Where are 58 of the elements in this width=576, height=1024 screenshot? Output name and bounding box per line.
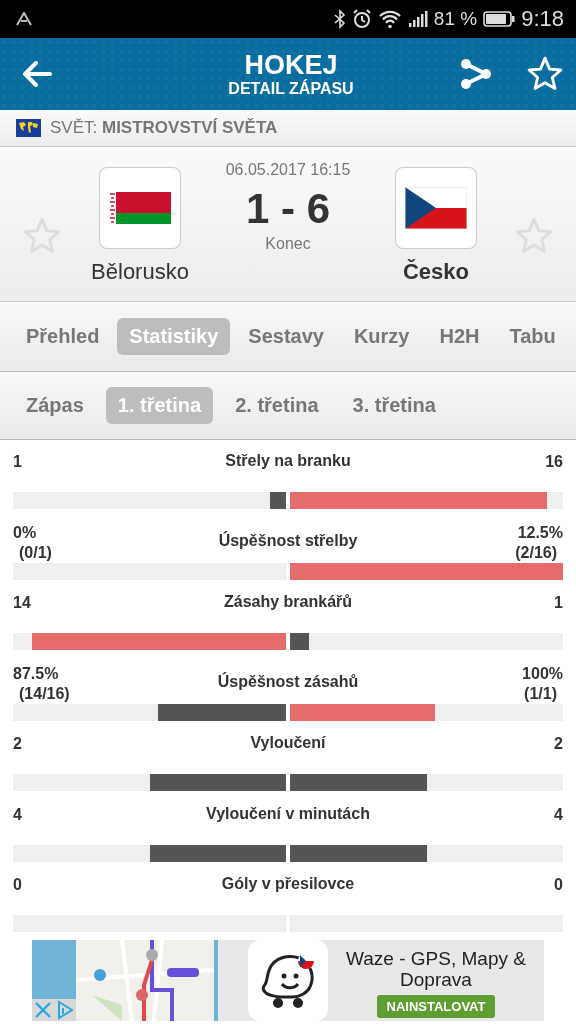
czech-flag-icon xyxy=(405,187,467,229)
stat-value: 87.5% xyxy=(13,663,60,684)
signal-icon xyxy=(407,10,428,28)
stat-value: 0 xyxy=(554,875,563,895)
section-tab[interactable]: Sestavy xyxy=(236,318,336,355)
stat-value: 16 xyxy=(545,452,563,472)
competition-name: SVĚT: MISTROVSTVÍ SVĚTA xyxy=(50,118,278,138)
stat-detail: (14/16) xyxy=(18,683,71,704)
match-status: Konec xyxy=(265,235,311,253)
stat-detail: (0/1) xyxy=(18,542,53,563)
period-tab[interactable]: 3. třetina xyxy=(340,387,448,424)
stat-value: 0 xyxy=(13,875,23,895)
match-date: 06.05.2017 16:15 xyxy=(225,161,351,179)
period-tab[interactable]: 2. třetina xyxy=(223,387,331,424)
install-button[interactable]: NAINSTALOVAT xyxy=(376,995,496,1018)
favorite-star-icon[interactable] xyxy=(526,55,564,93)
period-tab[interactable]: Zápas xyxy=(14,387,96,424)
stat-detail: (2/16) xyxy=(514,542,558,563)
stat-value: 0% xyxy=(13,522,38,543)
team-name: Česko xyxy=(402,259,469,285)
stat-name: Úspěšnost zásahů xyxy=(217,672,359,691)
world-map-icon xyxy=(16,119,41,137)
team-name: Bělorusko xyxy=(91,259,189,285)
stat-name: Góly v přesilovce xyxy=(221,875,355,893)
stat-value: 2 xyxy=(13,734,23,754)
header-subtitle: DETAIL ZÁPASU xyxy=(228,80,354,98)
share-icon[interactable] xyxy=(460,57,492,91)
stat-name: Vyloučení v minutách xyxy=(206,804,370,823)
section-tab[interactable]: Přehled xyxy=(14,318,112,355)
app-icon xyxy=(16,12,34,26)
stat-value: 2 xyxy=(554,734,563,754)
stat-value: 100% xyxy=(522,663,563,684)
battery-percent: 81 % xyxy=(433,8,478,30)
alarm-icon xyxy=(351,9,372,29)
belarus-flag-icon xyxy=(109,192,171,224)
stat-detail: (1/1) xyxy=(523,683,558,704)
stat-value: 1 xyxy=(13,452,23,472)
section-tab[interactable]: H2H xyxy=(427,318,492,355)
stat-value: 4 xyxy=(554,804,563,825)
bluetooth-icon xyxy=(333,9,346,29)
back-button[interactable] xyxy=(22,61,52,87)
stat-name: Úspěšnost střelby xyxy=(218,531,358,550)
stat-name: Zásahy brankářů xyxy=(223,593,353,611)
stat-value: 4 xyxy=(13,804,23,825)
back-arrow-icon xyxy=(22,61,52,87)
battery-icon xyxy=(483,11,516,27)
section-tab[interactable]: Tabu xyxy=(497,318,568,355)
stat-name: Střely na branku xyxy=(225,452,351,470)
section-tab[interactable]: Kurzy xyxy=(341,318,422,355)
stat-value: 1 xyxy=(554,593,563,613)
stat-value: 12.5% xyxy=(517,522,563,543)
match-score: 1 - 6 xyxy=(245,185,330,233)
stat-value: 14 xyxy=(13,593,32,613)
ad-title: Waze - GPS, Mapy & Doprava xyxy=(345,948,527,990)
clock: 9:18 xyxy=(521,6,564,32)
wifi-icon xyxy=(377,9,402,29)
header-title: HOKEJ xyxy=(244,50,338,80)
stat-name: Vyloučení xyxy=(250,734,326,752)
